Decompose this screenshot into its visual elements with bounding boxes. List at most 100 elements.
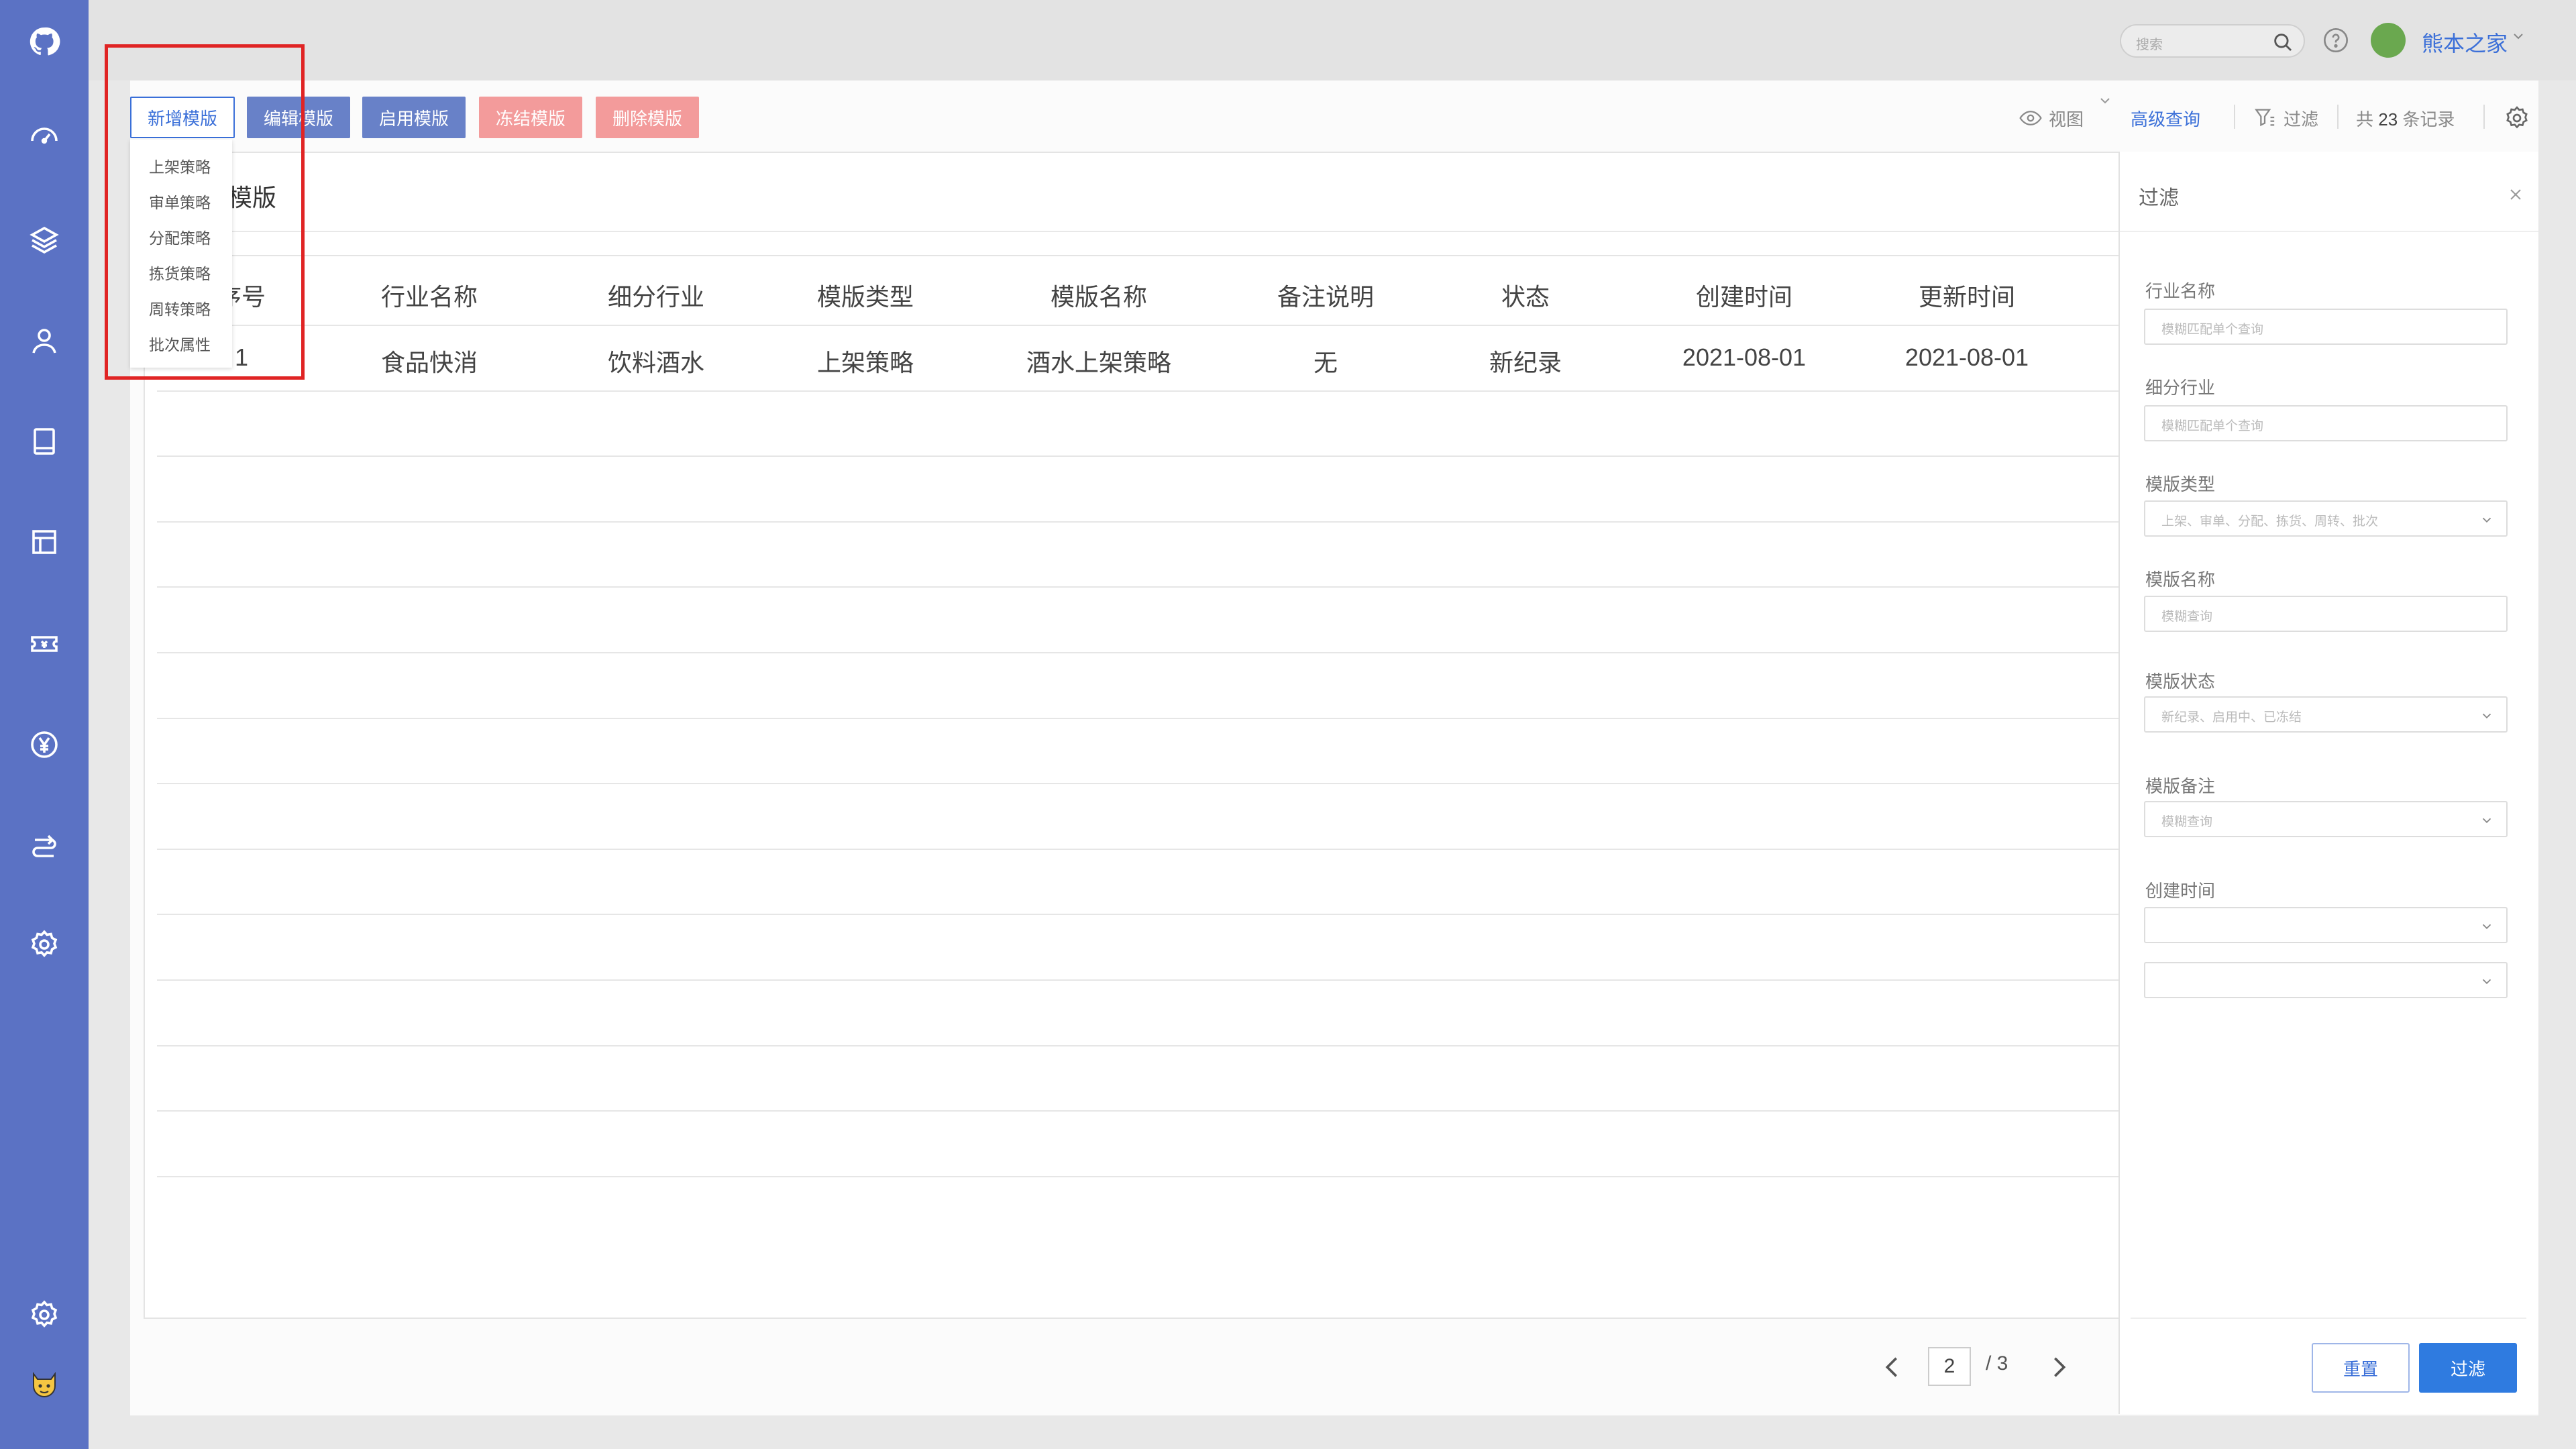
settings-gear-icon[interactable] [24, 924, 64, 965]
search-input[interactable]: 搜索 [2120, 24, 2305, 58]
filter-input-industry[interactable]: 模糊匹配单个查询 [2144, 309, 2508, 345]
search-placeholder: 搜索 [2136, 38, 2163, 52]
divider [2483, 105, 2485, 129]
filter-input-template-name[interactable]: 模糊查询 [2144, 596, 2508, 632]
input-placeholder: 新纪录、启用中、已冻结 [2161, 710, 2302, 724]
divider [2234, 105, 2235, 129]
input-placeholder: 模糊查询 [2161, 610, 2213, 624]
filter-panel-title: 过滤 [2139, 187, 2179, 209]
avatar[interactable] [2371, 23, 2406, 58]
table-row-divider [157, 783, 2218, 785]
table-row-divider [157, 717, 2218, 719]
freeze-template-button[interactable]: 冻结模版 [479, 97, 582, 138]
table-cell: 食品快消 [380, 349, 478, 376]
column-header[interactable]: 更新时间 [1919, 278, 2015, 313]
table-row-divider [157, 390, 2218, 392]
table-row-divider [157, 652, 2218, 653]
github-logo-icon[interactable] [24, 21, 64, 62]
table-cell: 2021-08-01 [1904, 343, 2029, 371]
table-row-divider [157, 848, 2218, 850]
chevron-down-icon [2482, 517, 2491, 523]
help-icon[interactable] [2322, 27, 2349, 54]
filter-select-template-remark[interactable]: 模糊查询 [2144, 801, 2508, 837]
yen-icon[interactable] [24, 724, 64, 765]
chevron-down-icon[interactable] [2510, 28, 2526, 44]
filter-label-sub-industry: 细分行业 [2145, 378, 2216, 398]
highlight-box [105, 44, 305, 380]
user-icon[interactable] [24, 321, 64, 361]
divider [2131, 1318, 2526, 1319]
filter-toggle[interactable]: 过滤 [2284, 106, 2318, 131]
search-icon[interactable] [2271, 31, 2294, 54]
system-settings-icon[interactable] [24, 1295, 64, 1335]
layers-icon[interactable] [24, 220, 64, 260]
column-header[interactable]: 行业名称 [381, 278, 478, 313]
prev-page-icon[interactable] [1880, 1354, 1904, 1381]
chevron-down-icon [2482, 924, 2491, 930]
column-header[interactable]: 状态 [1501, 278, 1550, 313]
view-button[interactable]: 视图 [2049, 106, 2084, 131]
filter-input-sub-industry[interactable]: 模糊匹配单个查询 [2144, 405, 2508, 441]
table-row-divider [157, 979, 2218, 981]
reset-button[interactable]: 重置 [2312, 1343, 2410, 1393]
page-total: / 3 [1986, 1352, 2008, 1375]
table-row-divider [157, 586, 2218, 588]
gear-icon[interactable] [2504, 105, 2530, 131]
advanced-query-link[interactable]: 高级查询 [2131, 106, 2200, 131]
column-header[interactable]: 模版名称 [1051, 278, 1147, 313]
close-icon[interactable] [2508, 186, 2524, 203]
filter-submit-button[interactable]: 过滤 [2419, 1343, 2517, 1393]
divider [145, 231, 2218, 232]
filter-label-created-time: 创建时间 [2145, 881, 2216, 901]
input-placeholder: 模糊匹配单个查询 [2161, 323, 2264, 337]
divider [2120, 231, 2538, 232]
eye-icon[interactable] [2019, 109, 2042, 127]
table-row-divider [157, 914, 2218, 916]
mascot-avatar-icon[interactable] [24, 1366, 64, 1406]
column-header[interactable]: 备注说明 [1277, 278, 1374, 313]
transfer-icon[interactable] [24, 825, 64, 865]
filter-date-end[interactable] [2144, 962, 2508, 998]
divider [2337, 105, 2339, 129]
records-suffix: 条记录 [2402, 109, 2455, 129]
filter-label-template-name: 模版名称 [2145, 570, 2216, 590]
column-header[interactable]: 模版类型 [817, 278, 914, 313]
filter-label-industry: 行业名称 [2145, 281, 2216, 301]
table-cell: 上架策略 [816, 349, 914, 376]
column-header[interactable]: 创建时间 [1696, 278, 1792, 313]
chevron-down-icon [2482, 979, 2491, 985]
delete-template-button[interactable]: 删除模版 [596, 97, 699, 138]
column-header[interactable]: 细分行业 [608, 278, 704, 313]
table-cell: 饮料酒水 [607, 349, 705, 376]
table-cell: 无 [1313, 349, 1338, 376]
dashboard-icon[interactable] [24, 114, 64, 154]
records-prefix: 共 [2356, 109, 2374, 129]
sidebar [0, 0, 89, 1449]
table-cell: 新纪录 [1489, 349, 1562, 376]
page-input[interactable]: 2 [1928, 1347, 1971, 1386]
next-page-icon[interactable] [2047, 1354, 2072, 1381]
filter-label-template-remark: 模版备注 [2145, 776, 2216, 796]
user-name[interactable]: 熊本之家 [2422, 27, 2508, 58]
chevron-down-icon [2482, 818, 2491, 824]
divider [157, 255, 2218, 256]
filter-label-template-type: 模版类型 [2145, 474, 2216, 494]
input-placeholder: 上架、审单、分配、拣货、周转、批次 [2161, 515, 2379, 529]
table-row-divider [157, 1044, 2218, 1046]
ticket-icon[interactable] [24, 624, 64, 664]
table-row-divider [157, 325, 2218, 326]
book-icon[interactable] [24, 421, 64, 462]
layout-icon[interactable] [24, 522, 64, 562]
enable-template-button[interactable]: 启用模版 [362, 97, 466, 138]
records-number: 23 [2378, 109, 2398, 129]
input-placeholder: 模糊查询 [2161, 815, 2213, 829]
table-row-divider [157, 1110, 2218, 1112]
filter-date-start[interactable] [2144, 907, 2508, 943]
records-count: 共 23 条记录 [2356, 106, 2455, 131]
chevron-down-icon[interactable] [2097, 94, 2113, 107]
table-cell: 酒水上架策略 [1026, 349, 1172, 376]
filter-select-template-type[interactable]: 上架、审单、分配、拣货、周转、批次 [2144, 500, 2508, 537]
filter-select-template-status[interactable]: 新纪录、启用中、已冻结 [2144, 696, 2508, 733]
filter-label-template-status: 模版状态 [2145, 672, 2216, 692]
filter-icon[interactable] [2253, 106, 2277, 129]
